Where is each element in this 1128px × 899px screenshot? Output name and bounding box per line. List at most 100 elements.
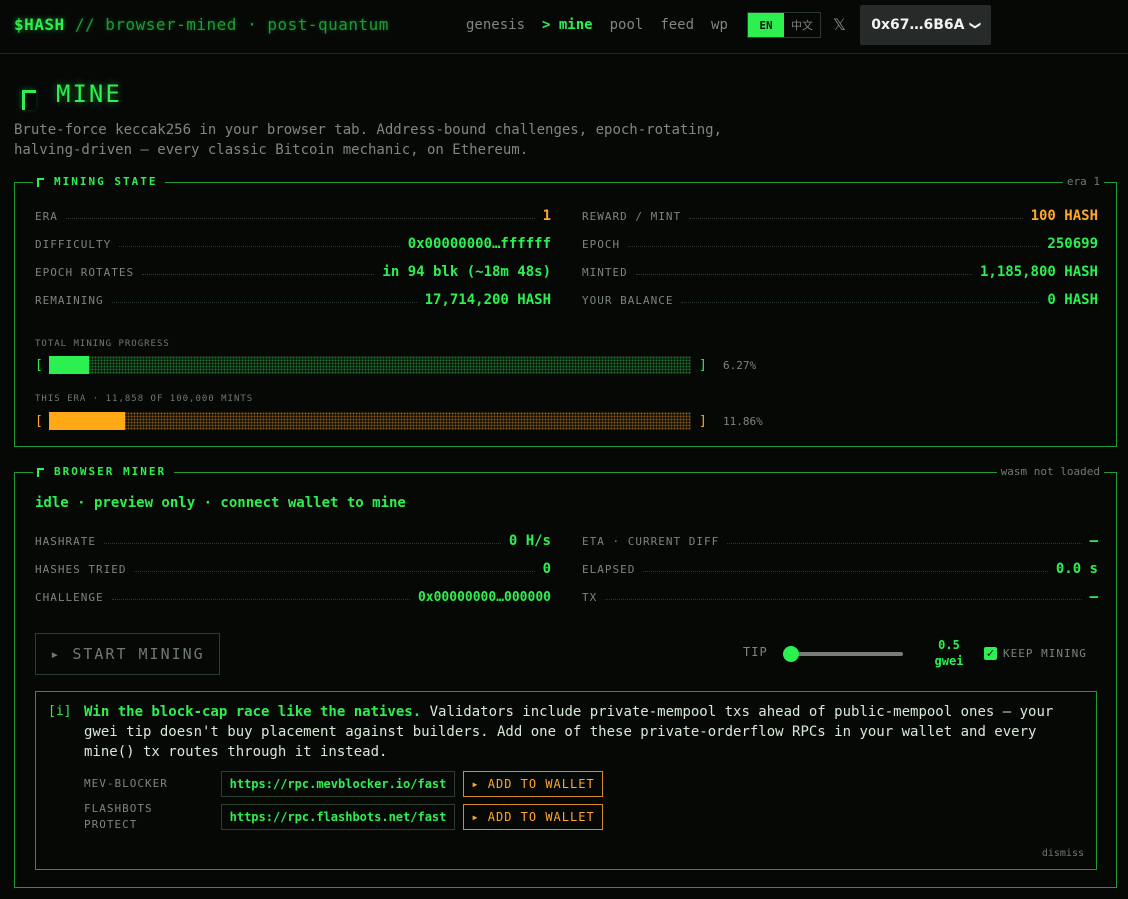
progress-fill [49,356,90,374]
add-flashbots-button[interactable]: ▸ ADD TO WALLET [463,804,603,830]
stat-your-balance: YOUR BALANCE 0 HASH [582,291,1098,309]
stat-value: 0 H/s [508,533,551,549]
keep-mining-checkbox[interactable]: ✓ [984,647,997,660]
stat-value: in 94 blk (~18m 48s) [382,264,551,280]
slider-thumb[interactable] [783,646,799,662]
stat-key: ERA [35,209,58,223]
stat-difficulty: DIFFICULTY 0x00000000…ffffff [35,235,551,253]
era-progress-row: [ ] 11.86% [35,411,763,431]
stat-era: ERA 1 [35,207,551,225]
stat-reward-per-mint: REWARD / MINT 100 HASH [582,207,1098,225]
stat-value: 0x00000000…000000 [417,589,551,605]
stat-remaining: REMAINING 17,714,200 HASH [35,291,551,309]
brand-logo[interactable]: $HASH [14,15,65,34]
keep-mining-toggle[interactable]: ✓ KEEP MINING [984,647,1087,660]
stat-epoch-rotates: EPOCH ROTATES in 94 blk (~18m 48s) [35,263,551,281]
bracket-close: ] [699,413,707,429]
x-social-icon[interactable]: 𝕏 [833,15,846,34]
stat-key: MINTED [582,265,628,279]
total-progress-percent: 6.27% [723,358,757,372]
leader-dots [643,570,1048,572]
progress-track [49,356,691,374]
lang-en-button[interactable]: EN [748,13,784,37]
rpc-name-mev-blocker: MEV-BLOCKER [84,777,168,790]
main-nav: genesis > mine pool feed wp [466,17,745,33]
stat-key: EPOCH [582,237,621,251]
stat-value: 1,185,800 HASH [979,264,1098,280]
stat-key: ELAPSED [582,562,636,576]
stat-value: — [1089,589,1098,605]
rpc-url-mev-blocker[interactable]: https://rpc.mevblocker.io/fast [221,771,455,797]
chevron-down-icon: ❯ [968,20,982,30]
bracket-open: [ [35,413,43,429]
stat-key: EPOCH ROTATES [35,265,135,279]
era-progress-bar [49,412,691,430]
leader-dots [142,273,375,275]
nav-mine[interactable]: > mine [542,17,593,33]
stat-key: YOUR BALANCE [582,293,674,307]
tip-slider[interactable] [783,646,903,662]
panel-header: BROWSER MINER [33,465,175,478]
stat-tx: TX — [582,588,1098,606]
nav-feed[interactable]: feed [660,17,694,33]
stat-key: HASHRATE [35,534,96,548]
total-progress-label: TOTAL MINING PROGRESS [35,339,170,349]
stat-key: REMAINING [35,293,104,307]
top-bar: $HASH // browser-mined · post-quantum ge… [0,0,1128,54]
leader-dots [605,598,1082,600]
stat-value: — [1089,533,1098,549]
slider-track [783,652,903,656]
stat-value: 100 HASH [1030,208,1098,224]
info-message: Win the block-cap race like the natives.… [84,702,1074,762]
stat-value: 0 HASH [1047,292,1098,308]
wasm-status-tag: wasm not loaded [996,465,1104,478]
leader-dots [727,542,1082,544]
leader-dots [134,570,535,572]
bracket-open: [ [35,357,43,373]
tip-unit: gwei [934,654,964,668]
stat-value: 250699 [1047,236,1098,252]
leader-dots [689,217,1023,219]
stat-elapsed: ELAPSED 0.0 s [582,560,1098,578]
wallet-button[interactable]: 0x67…6B6A ❯ [860,5,991,45]
progress-fill [49,412,126,430]
nav-pool[interactable]: pool [610,17,644,33]
stat-hashrate: HASHRATE 0 H/s [35,532,551,550]
stat-minted: MINTED 1,185,800 HASH [582,263,1098,281]
brand[interactable]: $HASH // browser-mined · post-quantum [14,15,389,34]
nav-wp[interactable]: wp [711,17,728,33]
leader-dots [628,245,1040,247]
lang-zh-button[interactable]: 中文 [784,13,820,37]
tip-value-display: 0.5 gwei [933,637,965,669]
stat-value: 17,714,200 HASH [424,292,551,308]
tip-label: TIP [743,645,768,659]
stat-value: 0.0 s [1055,561,1098,577]
stat-challenge: CHALLENGE 0x00000000…000000 [35,588,551,606]
stat-value: 0 [542,561,551,577]
total-progress-row: [ ] 6.27% [35,355,756,375]
leader-dots [103,542,501,544]
nav-genesis[interactable]: genesis [466,17,525,33]
dismiss-link[interactable]: dismiss [1042,848,1084,859]
bracket-close: ] [699,357,707,373]
panel-title: MINING STATE [54,175,158,188]
page-title: MINE [56,80,122,108]
rpc-url-flashbots[interactable]: https://rpc.flashbots.net/fast [221,804,455,830]
tip-value: 0.5 [938,638,960,652]
brand-tagline: // browser-mined · post-quantum [74,15,389,34]
leader-dots [635,273,972,275]
add-mev-blocker-button[interactable]: ▸ ADD TO WALLET [463,771,603,797]
leader-dots [681,301,1040,303]
stat-key: ETA · CURRENT DIFF [582,534,720,548]
start-mining-button[interactable]: ▸ START MINING [35,633,220,675]
era-progress-label: THIS ERA · 11,858 OF 100,000 MINTS [35,394,254,404]
browser-miner-panel: BROWSER MINER wasm not loaded idle · pre… [14,465,1117,888]
progress-track [49,412,691,430]
stat-value: 0x00000000…ffffff [407,236,551,252]
page-subtitle: Brute-force keccak256 in your browser ta… [14,122,723,158]
info-headline: Win the block-cap race like the natives. [84,704,422,720]
stat-key: TX [582,590,598,604]
stat-epoch: EPOCH 250699 [582,235,1098,253]
corner-icon [37,468,44,477]
leader-dots [111,598,410,600]
